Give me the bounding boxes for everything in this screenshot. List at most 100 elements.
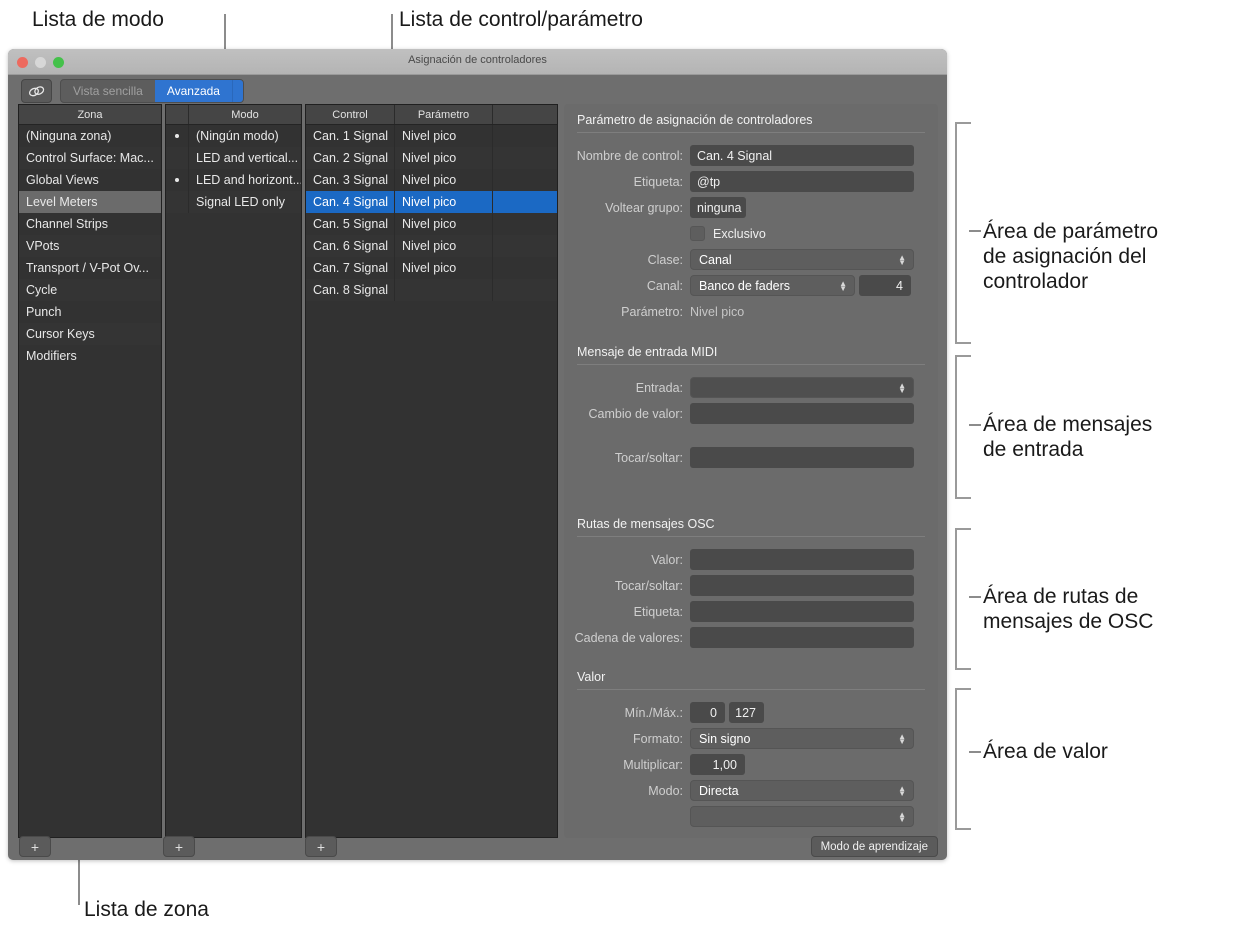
list-cell: Nivel pico <box>394 147 492 169</box>
value-section-divider <box>577 689 925 690</box>
add-control-button[interactable]: + <box>305 836 337 857</box>
list-cell <box>492 169 557 191</box>
midi-section-divider <box>577 364 925 365</box>
annotation-osc-area: Área de rutas de mensajes de OSC <box>983 584 1153 634</box>
osc-value-string-row: Cadena de valores: <box>564 627 938 648</box>
zone-list-item[interactable]: Cycle <box>19 279 161 301</box>
control-list-item[interactable]: Can. 1 SignalNivel pico <box>306 125 557 147</box>
mode-list-item[interactable]: (Ningún modo) <box>166 125 301 147</box>
max-value-field[interactable]: 127 <box>729 702 764 723</box>
format-popup[interactable]: Sin signo ▲▼ <box>690 728 914 749</box>
list-cell: Signal LED only <box>188 191 301 213</box>
control-list-item[interactable]: Can. 2 SignalNivel pico <box>306 147 557 169</box>
exclusive-checkbox[interactable] <box>690 226 705 241</box>
mode-popup[interactable]: Directa ▲▼ <box>690 780 914 801</box>
zone-list-item[interactable]: Level Meters <box>19 191 161 213</box>
osc-value-string-field[interactable] <box>690 627 914 648</box>
mode-list[interactable]: Modo (Ningún modo)LED and vertical...LED… <box>165 104 302 838</box>
flip-group-field[interactable]: ninguna <box>690 197 746 218</box>
channel-number-field[interactable]: 4 <box>859 275 911 296</box>
mode-column-header: Modo <box>188 105 301 124</box>
class-value: Canal <box>699 253 732 267</box>
osc-touch-release-label: Tocar/soltar: <box>564 579 690 593</box>
annotation-mode-list: Lista de modo <box>32 7 164 32</box>
control-name-field[interactable]: Can. 4 Signal <box>690 145 914 166</box>
chevron-updown-icon: ▲▼ <box>898 734 906 744</box>
exclusive-label: Exclusivo <box>713 227 766 241</box>
bracket-osc-area <box>955 528 971 670</box>
midi-input-popup[interactable]: ▲▼ <box>690 377 914 398</box>
channel-popup[interactable]: Banco de faders ▲▼ <box>690 275 855 296</box>
link-icon-button[interactable] <box>21 79 52 103</box>
min-value-field[interactable]: 0 <box>690 702 725 723</box>
list-cell <box>394 279 492 301</box>
zone-list-item[interactable]: Global Views <box>19 169 161 191</box>
zone-list-item[interactable]: Punch <box>19 301 161 323</box>
control-list-item[interactable]: Can. 8 Signal <box>306 279 557 301</box>
osc-section-title: Rutas de mensajes OSC <box>564 517 938 531</box>
zone-list-header: Zona <box>19 105 161 125</box>
annotation-assign-area: Área de parámetro de asignación del cont… <box>983 219 1158 294</box>
control-parameter-list[interactable]: Control Parámetro Can. 1 SignalNivel pic… <box>305 104 558 838</box>
mode-value: Directa <box>699 784 739 798</box>
control-list-item[interactable]: Can. 6 SignalNivel pico <box>306 235 557 257</box>
add-mode-button[interactable]: + <box>163 836 195 857</box>
list-cell: Can. 2 Signal <box>306 147 394 169</box>
tag-row: Etiqueta: @tp <box>564 171 938 192</box>
zone-list[interactable]: Zona (Ninguna zona)Control Surface: Mac.… <box>18 104 162 838</box>
mode-active-bullet-cell <box>166 191 188 213</box>
multiply-label: Multiplicar: <box>564 758 690 772</box>
zone-list-item[interactable]: Cursor Keys <box>19 323 161 345</box>
bracket-input-area <box>955 355 971 499</box>
list-cell <box>492 147 557 169</box>
parameter-row: Parámetro: Nivel pico <box>564 301 938 322</box>
channel-row: Canal: Banco de faders ▲▼ 4 <box>564 275 938 296</box>
midi-touch-release-field[interactable] <box>690 447 914 468</box>
osc-touch-release-field[interactable] <box>690 575 914 596</box>
list-cell: Transport / V-Pot Ov... <box>19 257 161 279</box>
class-popup[interactable]: Canal ▲▼ <box>690 249 914 270</box>
tab-simple-view[interactable]: Vista sencilla <box>61 80 155 102</box>
midi-input-section: Mensaje de entrada MIDI Entrada: ▲▼ Camb… <box>564 345 938 468</box>
link-icon <box>28 85 45 98</box>
add-zone-button[interactable]: + <box>19 836 51 857</box>
chevron-updown-icon: ▲▼ <box>898 786 906 796</box>
multiply-field[interactable]: 1,00 <box>690 754 745 775</box>
assignment-section-title: Parámetro de asignación de controladores <box>564 113 938 127</box>
mode-list-item[interactable]: Signal LED only <box>166 191 301 213</box>
list-cell: LED and vertical... <box>188 147 301 169</box>
mode-list-item[interactable]: LED and vertical... <box>166 147 301 169</box>
osc-value-field[interactable] <box>690 549 914 570</box>
mode-overflow-popup[interactable]: ▲▼ <box>690 806 914 827</box>
control-name-row: Nombre de control: Can. 4 Signal <box>564 145 938 166</box>
zone-list-item[interactable]: VPots <box>19 235 161 257</box>
osc-value-row: Valor: <box>564 549 938 570</box>
osc-tag-field[interactable] <box>690 601 914 622</box>
zone-list-item[interactable]: Modifiers <box>19 345 161 367</box>
tag-field[interactable]: @tp <box>690 171 914 192</box>
zone-list-item[interactable]: Control Surface: Mac... <box>19 147 161 169</box>
control-list-item[interactable]: Can. 3 SignalNivel pico <box>306 169 557 191</box>
list-cell: Nivel pico <box>394 213 492 235</box>
bullet-icon <box>175 134 179 138</box>
parameter-value: Nivel pico <box>690 305 744 319</box>
control-list-item[interactable]: Can. 4 SignalNivel pico <box>306 191 557 213</box>
tab-advanced-view[interactable]: Avanzada <box>155 80 232 102</box>
zone-list-item[interactable]: Transport / V-Pot Ov... <box>19 257 161 279</box>
view-mode-segmented-control[interactable]: Vista sencilla Avanzada <box>60 79 244 103</box>
mode-row: Modo: Directa ▲▼ <box>564 780 938 801</box>
mode-list-item[interactable]: LED and horizont... <box>166 169 301 191</box>
window-titlebar: Asignación de controladores <box>8 49 947 75</box>
midi-value-change-label: Cambio de valor: <box>564 407 690 421</box>
list-cell: Cursor Keys <box>19 323 161 345</box>
list-cell: Nivel pico <box>394 235 492 257</box>
midi-value-change-field[interactable] <box>690 403 914 424</box>
control-list-item[interactable]: Can. 7 SignalNivel pico <box>306 257 557 279</box>
zone-list-item[interactable]: Channel Strips <box>19 213 161 235</box>
list-cell: Can. 1 Signal <box>306 125 394 147</box>
minmax-label: Mín./Máx.: <box>564 706 690 720</box>
zone-list-item[interactable]: (Ninguna zona) <box>19 125 161 147</box>
learn-mode-button[interactable]: Modo de aprendizaje <box>811 836 938 857</box>
annotation-input-area: Área de mensajes de entrada <box>983 412 1152 462</box>
control-list-item[interactable]: Can. 5 SignalNivel pico <box>306 213 557 235</box>
